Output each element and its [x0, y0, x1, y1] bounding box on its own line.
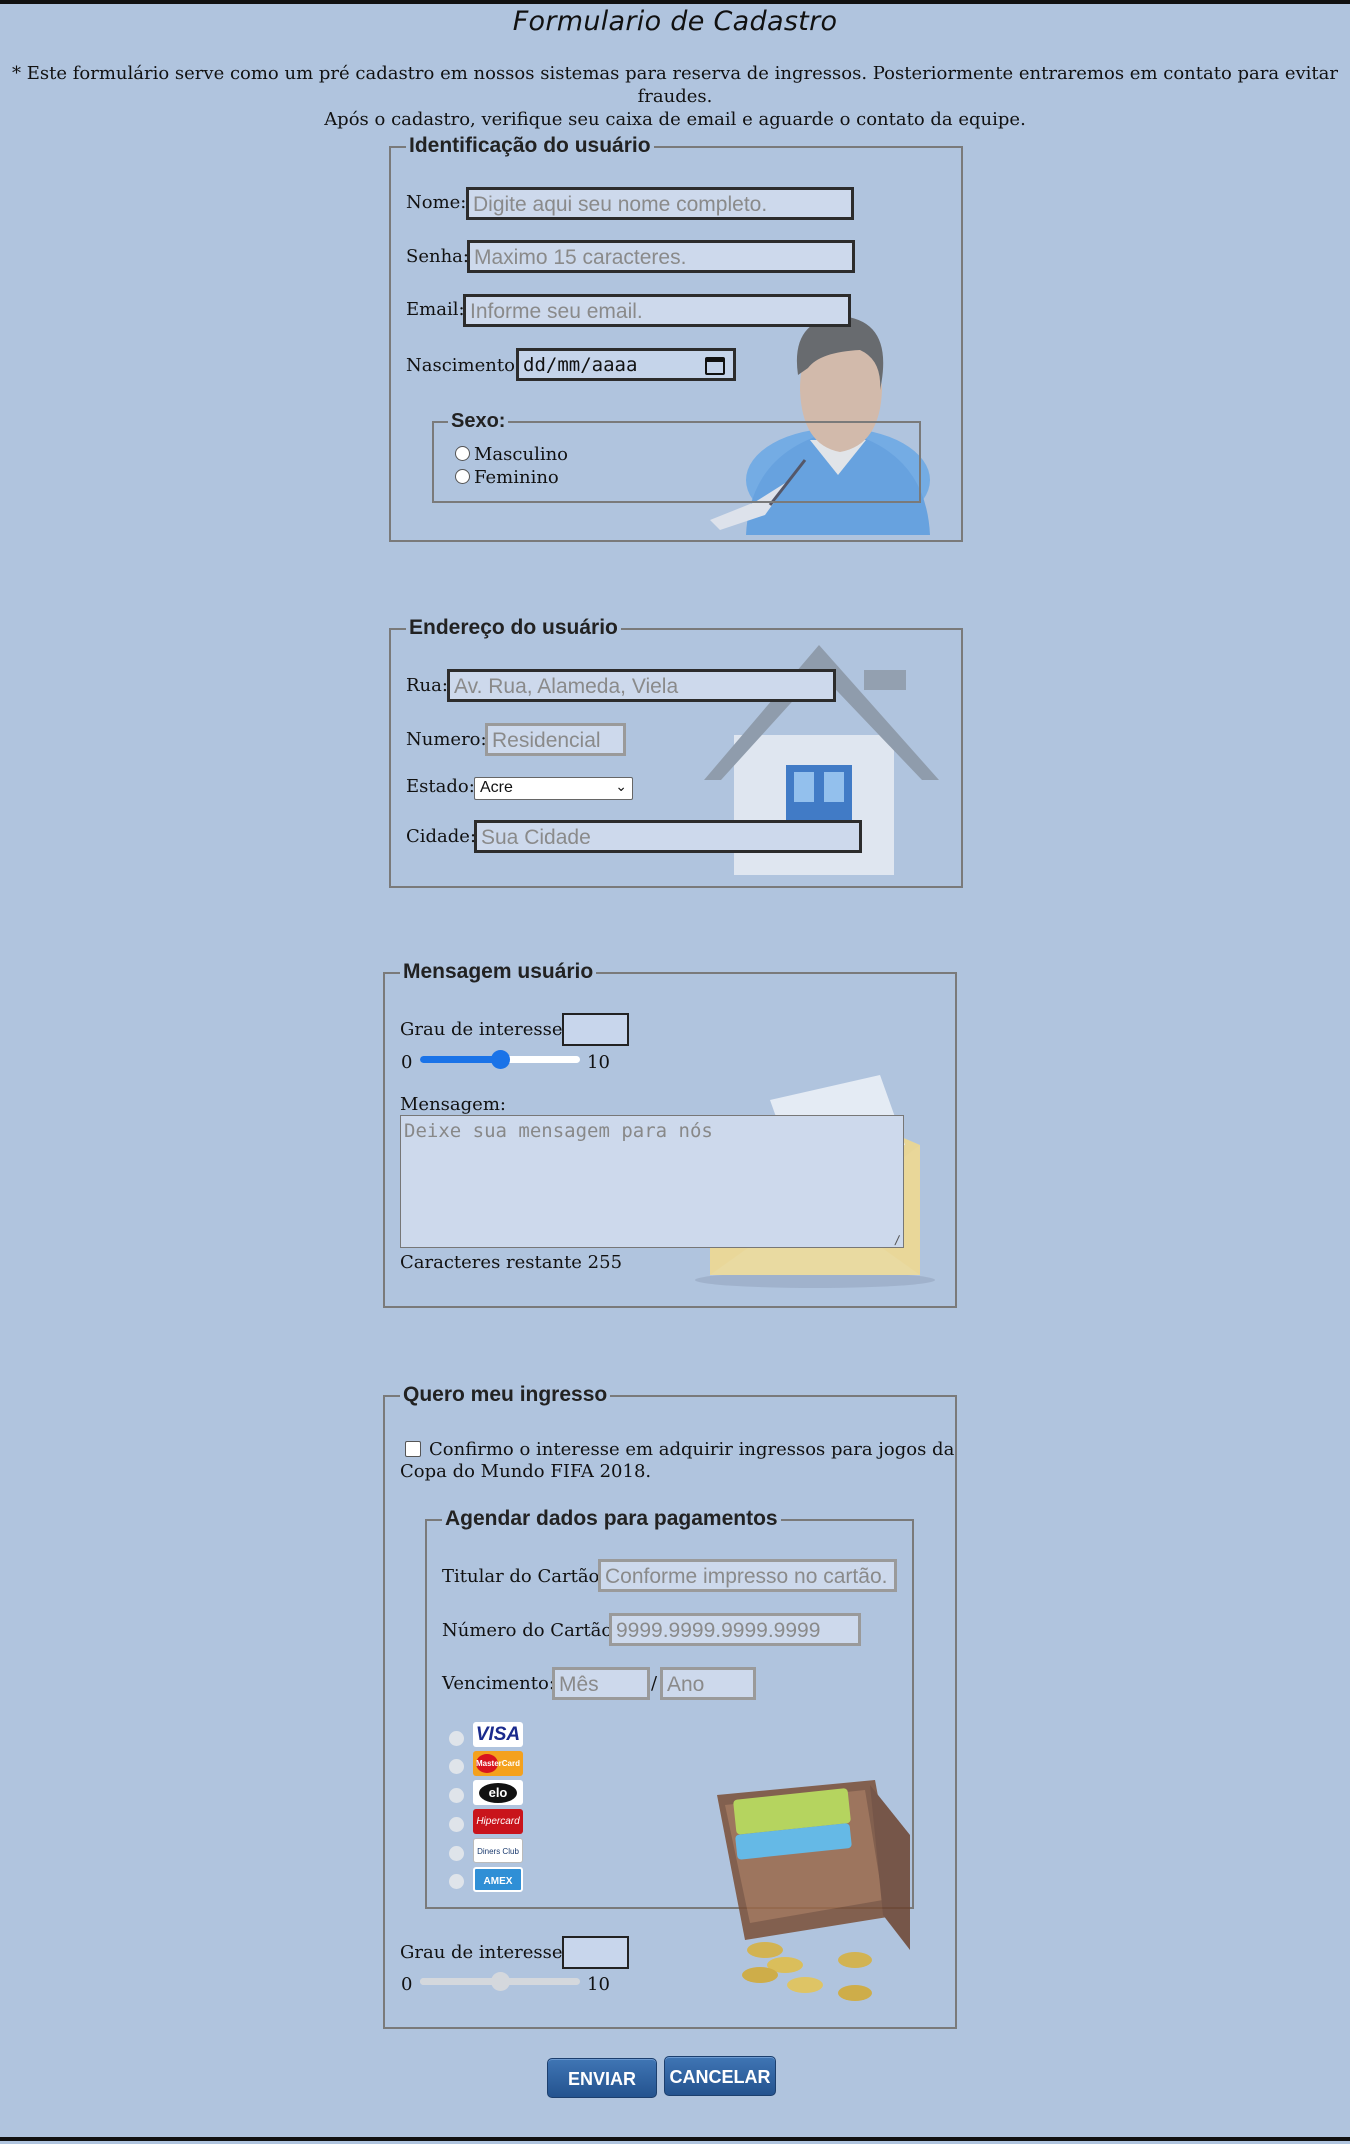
confirm-checkbox[interactable] [405, 1441, 421, 1457]
intro-text: * Este formulário serve como um pré cada… [0, 62, 1350, 131]
vencimento-label: Vencimento: [442, 1673, 555, 1694]
estado-selected: Acre [480, 779, 513, 796]
elo-card-icon: elo [473, 1780, 523, 1805]
amex-card-icon: AMEX [473, 1867, 523, 1892]
senha-label: Senha: [406, 246, 469, 267]
page-title: Formulario de Cadastro [512, 6, 838, 37]
legend-mensagem: Mensagem usuário [400, 960, 597, 984]
estado-select[interactable]: Acre ⌄ [474, 777, 633, 800]
legend-endereco: Endereço do usuário [406, 616, 621, 640]
slider-fill [420, 1056, 500, 1063]
mensagem-placeholder: Deixe sua mensagem para nós [404, 1120, 713, 1142]
card-hipercard-radio[interactable] [449, 1817, 464, 1832]
slider-thumb[interactable] [490, 1972, 510, 1991]
vencimento-separator: / [651, 1673, 658, 1694]
card-diners-radio[interactable] [449, 1846, 464, 1861]
mensagem-interesse-value[interactable] [562, 1013, 629, 1046]
nascimento-label: Nascimento: [406, 355, 522, 376]
rua-input[interactable]: Av. Rua, Alameda, Viela [447, 669, 836, 702]
ano-input[interactable]: Ano [660, 1667, 756, 1700]
cidade-label: Cidade: [406, 826, 477, 847]
slider-fill [420, 1978, 500, 1985]
mastercard-card-icon: MasterCard [473, 1751, 523, 1776]
rua-label: Rua: [406, 675, 448, 696]
sexo-feminino-label: Feminino [474, 467, 559, 488]
titular-label: Titular do Cartão: [442, 1566, 606, 1587]
mensagem-slider-max: 10 [587, 1052, 610, 1073]
numero-cartao-input[interactable]: 9999.9999.9999.9999 [609, 1613, 861, 1646]
nascimento-input[interactable]: dd/mm/aaaa [516, 348, 736, 381]
mes-input[interactable]: Mês [552, 1667, 650, 1700]
legend-sexo: Sexo: [448, 409, 509, 433]
legend-identificacao: Identificação do usuário [406, 134, 654, 158]
titular-input[interactable]: Conforme impresso no cartão. [598, 1559, 897, 1592]
ingresso-interesse-slider[interactable] [420, 1969, 580, 1993]
calendar-icon[interactable] [705, 357, 725, 375]
wallet-illustration-icon [717, 1780, 910, 2001]
sexo-feminino-radio[interactable] [455, 469, 470, 484]
nome-input[interactable]: Digite aqui seu nome completo. [466, 187, 854, 220]
intro-line-2: Após o cadastro, verifique seu caixa de … [324, 109, 1026, 130]
email-input[interactable]: Informe seu email. [463, 294, 851, 327]
ingresso-slider-max: 10 [587, 1974, 610, 1995]
mensagem-textarea[interactable]: Deixe sua mensagem para nós ∕ [400, 1115, 904, 1248]
email-label: Email: [406, 299, 465, 320]
intro-line-1: * Este formulário serve como um pré cada… [12, 63, 1338, 107]
chevron-down-icon: ⌄ [615, 778, 627, 794]
resize-handle-icon[interactable]: ∕ [894, 1233, 901, 1247]
card-visa-radio[interactable] [449, 1731, 464, 1746]
confirm-text-line-1: Confirmo o interesse em adquirir ingress… [429, 1439, 955, 1460]
legend-pagamento: Agendar dados para pagamentos [442, 1507, 781, 1531]
visa-card-icon: VISA [473, 1722, 523, 1747]
numero-input[interactable]: Residencial [485, 723, 626, 756]
enviar-button[interactable]: ENVIAR [547, 2058, 657, 2098]
bottom-border [0, 2137, 1350, 2141]
numero-cartao-label: Número do Cartão: [442, 1620, 619, 1641]
sexo-masculino-radio[interactable] [455, 446, 470, 461]
nascimento-placeholder: dd/mm/aaaa [523, 354, 638, 376]
cancelar-button[interactable]: CANCELAR [664, 2056, 776, 2096]
sexo-masculino-label: Masculino [474, 444, 569, 465]
card-amex-radio[interactable] [449, 1874, 464, 1889]
estado-label: Estado: [406, 776, 475, 797]
caracteres-restante: Caracteres restante 255 [400, 1252, 623, 1273]
ingresso-slider-min: 0 [401, 1974, 413, 1995]
mensagem-interesse-label: Grau de interesse: [400, 1019, 569, 1040]
top-border [0, 0, 1350, 4]
ingresso-interesse-label: Grau de interesse: [400, 1942, 569, 1963]
legend-ingresso: Quero meu ingresso [400, 1383, 611, 1407]
mensagem-label: Mensagem: [400, 1094, 506, 1115]
card-elo-radio[interactable] [449, 1788, 464, 1803]
hipercard-card-icon: Hipercard [473, 1809, 523, 1834]
slider-thumb[interactable] [490, 1050, 510, 1069]
confirm-text-line-2: Copa do Mundo FIFA 2018. [400, 1461, 652, 1482]
senha-input[interactable]: Maximo 15 caracteres. [467, 240, 855, 273]
numero-label: Numero: [406, 729, 487, 750]
cidade-input[interactable]: Sua Cidade [474, 820, 862, 853]
nome-label: Nome: [406, 192, 467, 213]
ingresso-interesse-value[interactable] [562, 1936, 629, 1969]
mensagem-slider-min: 0 [401, 1052, 413, 1073]
mensagem-interesse-slider[interactable] [420, 1047, 580, 1071]
card-mastercard-radio[interactable] [449, 1759, 464, 1774]
diners-card-icon: Diners Club [473, 1838, 523, 1863]
